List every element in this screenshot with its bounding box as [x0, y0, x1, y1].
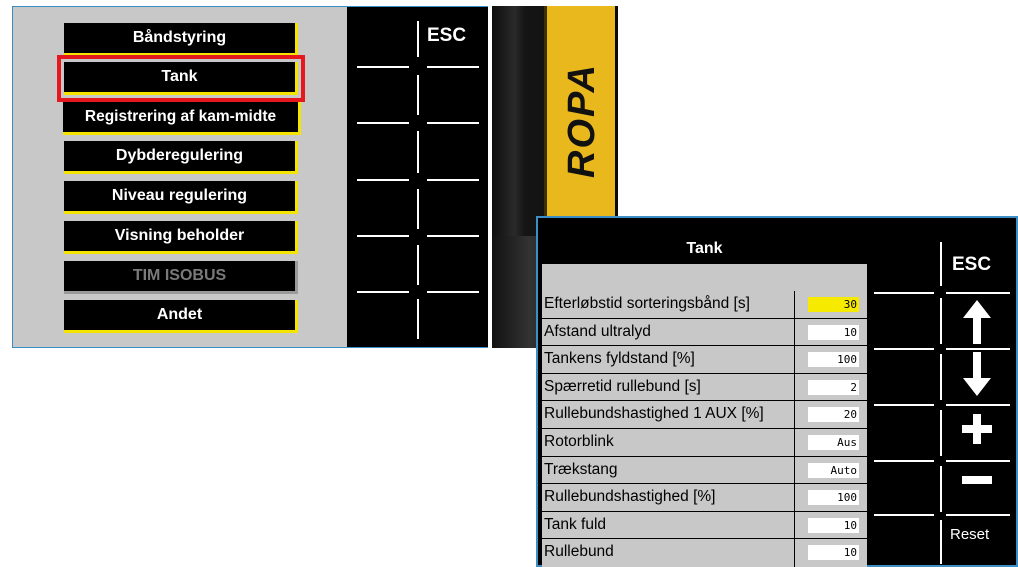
setting-label: Afstand ultralyd: [544, 322, 651, 340]
tank-softkey-bar: ESC Reset: [868, 218, 1016, 565]
menu-softkey-bar: ESC: [347, 7, 488, 347]
settings-row[interactable]: Rotorblink Aus: [542, 428, 867, 457]
esc-button[interactable]: ESC: [427, 25, 466, 47]
menu-item-andet[interactable]: Andet: [64, 300, 298, 333]
softkey-divider: [946, 348, 1010, 350]
softkey-divider: [874, 514, 934, 516]
settings-row[interactable]: Rullebundshastighed [%] 100: [542, 484, 867, 512]
esc-button[interactable]: ESC: [952, 254, 991, 276]
setting-label: Tank fuld: [544, 515, 607, 533]
settings-row[interactable]: Trækstang Auto: [542, 456, 867, 485]
setting-value-field[interactable]: 10: [808, 545, 859, 561]
row-divider: [794, 346, 795, 373]
softkey-divider: [940, 410, 942, 456]
softkey-divider: [946, 404, 1010, 406]
reset-button[interactable]: Reset: [950, 526, 989, 543]
menu-item-baandstyring[interactable]: Båndstyring: [64, 23, 298, 56]
minus-icon[interactable]: [962, 476, 992, 486]
setting-label: Efterløbstid sorteringsbånd [s]: [544, 295, 750, 312]
setting-value-field[interactable]: 100: [808, 352, 859, 368]
setting-value-field[interactable]: Aus: [808, 434, 859, 450]
settings-row[interactable]: Rullebund 10: [542, 539, 867, 567]
row-divider: [794, 539, 795, 567]
arrow-up-icon[interactable]: [962, 300, 992, 344]
settings-row[interactable]: Spærretid rullebund [s] 2: [542, 373, 867, 402]
softkey-divider: [427, 122, 479, 124]
row-divider: [794, 318, 795, 346]
row-divider: [794, 511, 795, 539]
setting-value-field[interactable]: 2: [808, 379, 859, 395]
menu-item-tim-isobus[interactable]: TIM ISOBUS: [64, 261, 298, 294]
softkey-divider: [427, 235, 479, 237]
setting-label: Rullebundshastighed [%]: [544, 488, 716, 506]
tank-screen: Tank Efterløbstid sorteringsbånd [s] 30 A…: [536, 216, 1018, 567]
softkey-divider: [946, 460, 1010, 462]
arrow-down-icon[interactable]: [962, 352, 992, 396]
softkey-divider: [874, 460, 934, 462]
setting-label: Rullebund: [544, 543, 614, 561]
page-title: Tank: [542, 234, 867, 264]
softkey-divider: [874, 292, 934, 294]
menu-item-dybderegulering[interactable]: Dybderegulering: [64, 141, 298, 174]
row-divider: [794, 373, 795, 401]
softkey-divider: [417, 189, 419, 229]
setting-value-field[interactable]: 20: [808, 407, 859, 423]
setting-label: Tankens fyldstand [%]: [544, 350, 695, 368]
setting-value-field[interactable]: 10: [808, 517, 859, 533]
menu-list: Båndstyring Tank Registrering af kam-mid…: [13, 7, 347, 347]
settings-row[interactable]: Rullebundshastighed 1 AUX [%] 20: [542, 401, 867, 429]
menu-item-niveau-regulering[interactable]: Niveau regulering: [64, 181, 298, 214]
tank-settings-panel: Tank Efterløbstid sorteringsbånd [s] 30 A…: [542, 234, 867, 567]
row-divider: [794, 428, 795, 456]
softkey-divider: [940, 520, 942, 564]
setting-value-field[interactable]: 30: [808, 297, 859, 312]
setting-label: Rotorblink: [544, 432, 614, 450]
softkey-divider: [417, 21, 419, 57]
row-divider: [794, 401, 795, 428]
softkey-divider: [357, 122, 409, 124]
softkey-divider: [357, 235, 409, 237]
row-divider: [794, 484, 795, 511]
softkey-divider: [357, 291, 409, 293]
softkey-divider: [427, 179, 479, 181]
softkey-divider: [357, 179, 409, 181]
softkey-divider: [940, 298, 942, 344]
softkey-divider: [427, 66, 479, 68]
menu-item-visning-beholder[interactable]: Visning beholder: [64, 221, 298, 254]
softkey-divider: [417, 131, 419, 173]
softkey-divider: [940, 242, 942, 286]
menu-item-tank[interactable]: Tank: [57, 55, 305, 102]
settings-row[interactable]: Tank fuld 10: [542, 511, 867, 540]
settings-row[interactable]: Afstand ultralyd 10: [542, 318, 867, 347]
softkey-divider: [357, 66, 409, 68]
softkey-divider: [417, 245, 419, 285]
settings-list: Efterløbstid sorteringsbånd [s] 30 Afstan…: [542, 291, 867, 567]
menu-item-registrering-kam-midte[interactable]: Registrering af kam-midte: [63, 102, 301, 135]
setting-label: Spærretid rullebund [s]: [544, 377, 701, 395]
settings-row[interactable]: Tankens fyldstand [%] 100: [542, 346, 867, 374]
setting-value-field[interactable]: 10: [808, 324, 859, 340]
brand-logo-text: ROPA: [560, 62, 603, 178]
softkey-divider: [946, 292, 1010, 294]
setting-label: Rullebundshastighed 1 AUX [%]: [544, 405, 764, 423]
plus-icon[interactable]: [962, 414, 992, 444]
brand-logo: ROPA: [552, 10, 612, 230]
softkey-divider: [417, 75, 419, 115]
row-divider: [794, 456, 795, 484]
settings-row[interactable]: Efterløbstid sorteringsbånd [s] 30: [542, 291, 867, 319]
setting-value-field[interactable]: 100: [808, 490, 859, 506]
softkey-divider: [427, 291, 479, 293]
row-divider: [794, 291, 795, 318]
setting-value-field[interactable]: Auto: [808, 462, 859, 478]
softkey-divider: [940, 466, 942, 512]
softkey-divider: [874, 404, 934, 406]
setting-label: Trækstang: [544, 460, 618, 478]
softkey-divider: [417, 299, 419, 339]
menu-screen: Båndstyring Tank Registrering af kam-mid…: [12, 6, 488, 348]
softkey-divider: [940, 354, 942, 400]
softkey-divider: [946, 514, 1010, 516]
softkey-divider: [874, 348, 934, 350]
